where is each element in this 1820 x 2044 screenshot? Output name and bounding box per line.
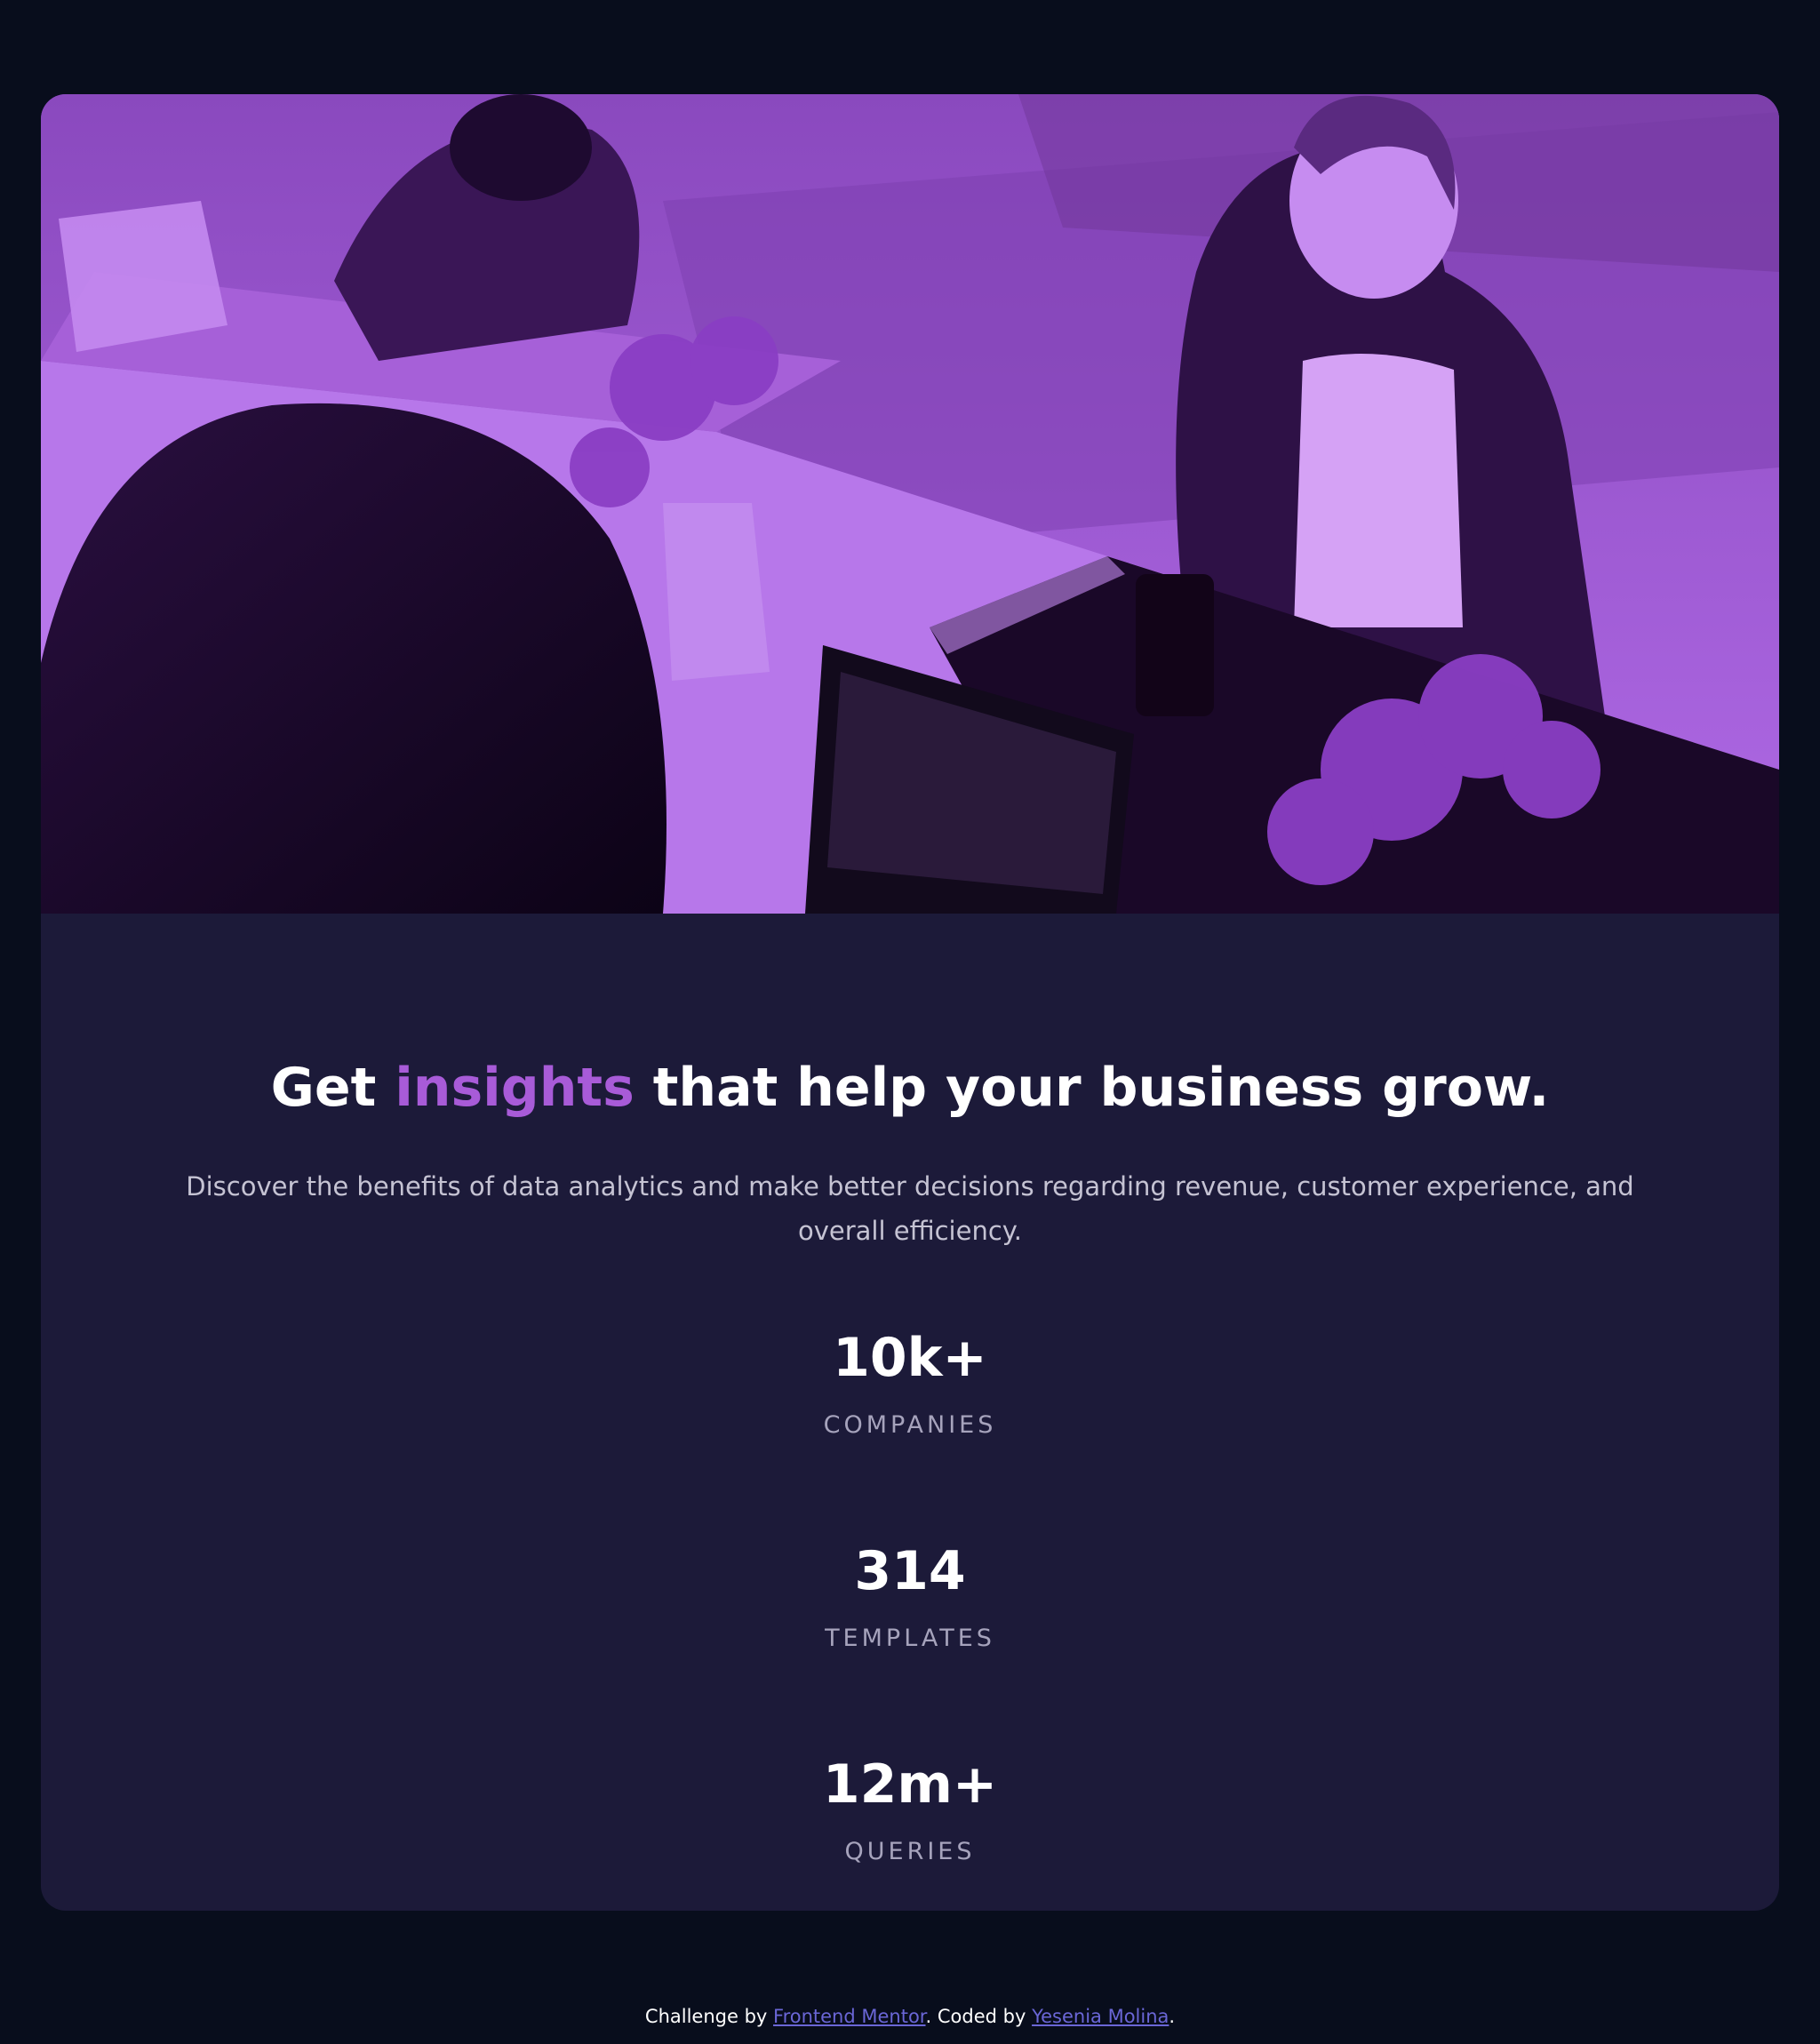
attribution-middle: . Coded by bbox=[925, 2006, 1033, 2027]
heading-text-start: Get bbox=[270, 1057, 395, 1119]
card-description: Discover the benefits of data analytics … bbox=[186, 1171, 1634, 1246]
author-link[interactable]: Yesenia Molina bbox=[1032, 2006, 1169, 2027]
stat-value: 314 bbox=[854, 1540, 966, 1602]
stat-label: TEMPLATES bbox=[825, 1625, 995, 1652]
stat-companies: 10k+ COMPANIES bbox=[41, 1322, 1779, 1441]
stat-value: 10k+ bbox=[833, 1327, 987, 1389]
attribution-prefix: Challenge by bbox=[644, 2006, 774, 2027]
stat-label: COMPANIES bbox=[823, 1411, 997, 1439]
frontend-mentor-link[interactable]: Frontend Mentor bbox=[773, 2006, 926, 2027]
page-title: Get insights that help your business gro… bbox=[41, 1047, 1779, 1129]
stat-queries: 12m+ QUERIES bbox=[41, 1749, 1779, 1868]
stats-preview-card: Get insights that help your business gro… bbox=[41, 94, 1779, 1911]
stat-value: 12m+ bbox=[822, 1753, 998, 1816]
heading-text-end: that help your business grow. bbox=[634, 1057, 1550, 1119]
attribution-footer: Challenge by Frontend Mentor. Coded by Y… bbox=[0, 2001, 1820, 2032]
office-photo-illustration bbox=[41, 94, 1779, 914]
attribution-suffix: . bbox=[1169, 2006, 1176, 2027]
hero-image bbox=[41, 94, 1779, 914]
heading-accent-word: insights bbox=[395, 1057, 635, 1119]
stat-label: QUERIES bbox=[844, 1838, 976, 1865]
stat-templates: 314 TEMPLATES bbox=[41, 1536, 1779, 1655]
